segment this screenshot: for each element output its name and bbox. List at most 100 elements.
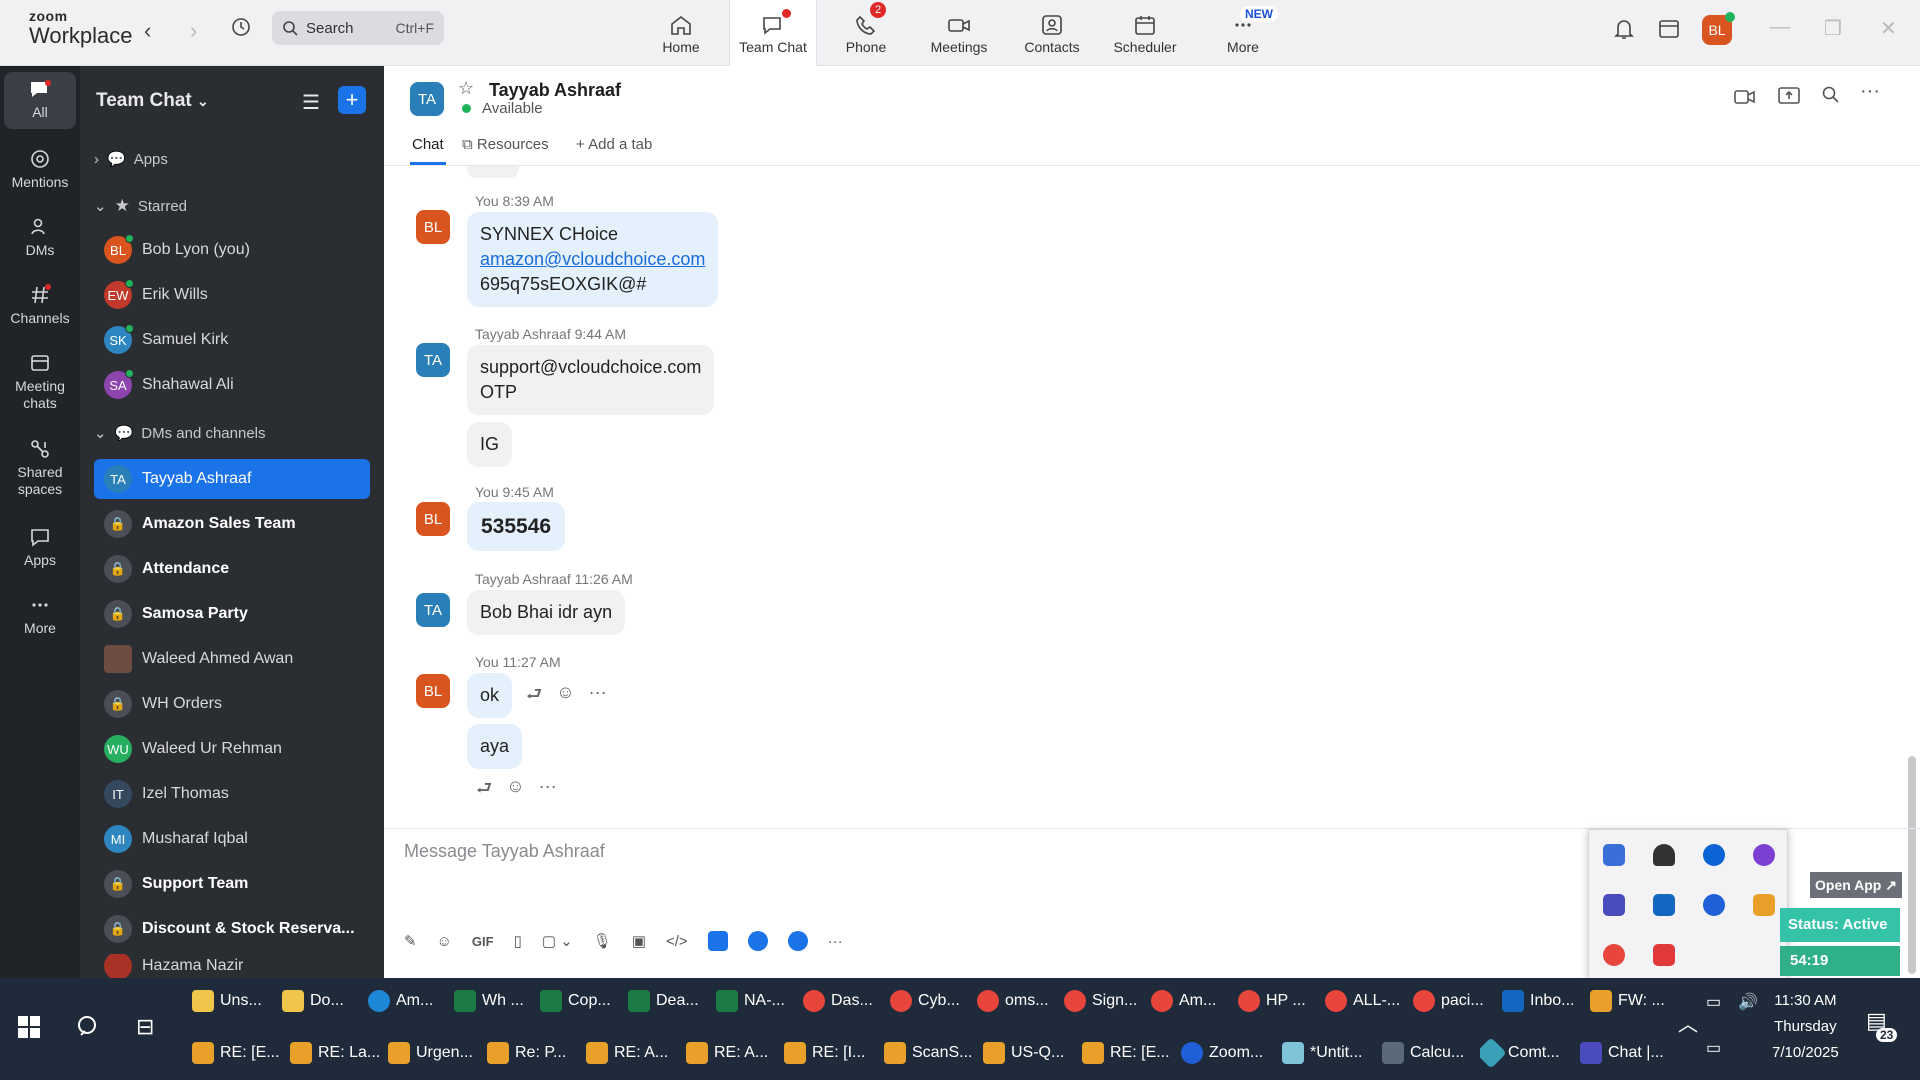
tab-contacts[interactable]: Contacts <box>1008 0 1096 66</box>
emoji-icon[interactable]: ☺ <box>437 933 452 950</box>
starred-item-shahawal-ali[interactable]: SA Shahawal Ali <box>94 365 370 405</box>
taskbar-item[interactable]: US-Q... <box>983 1033 1064 1073</box>
taskbar-item[interactable]: RE: A... <box>686 1033 768 1073</box>
taskbar-item[interactable]: Urgen... <box>388 1033 473 1073</box>
message-bubble[interactable]: IG <box>467 422 513 467</box>
rail-dms[interactable]: DMs <box>0 216 80 259</box>
video-message-icon[interactable]: ▣ <box>632 932 646 950</box>
chrome-icon[interactable] <box>1603 944 1625 966</box>
battery-icon[interactable]: ▭ <box>1706 992 1721 1012</box>
message-bubble[interactable]: aya <box>467 724 523 769</box>
windows-start-icon[interactable] <box>18 1016 40 1043</box>
taskbar-item[interactable]: ScanS... <box>884 1033 972 1073</box>
system-clock[interactable]: 11:30 AM Thursday 7/10/2025 <box>1772 988 1839 1066</box>
rail-mentions[interactable]: Mentions <box>0 148 80 191</box>
microphone-icon[interactable]: 🎙 <box>593 932 612 950</box>
tray-app-icon[interactable] <box>1603 844 1625 866</box>
bell-icon[interactable] <box>1613 17 1635 46</box>
tab-team-chat[interactable]: Team Chat <box>729 0 817 66</box>
volume-icon[interactable]: 🔊 <box>1738 992 1758 1012</box>
taskbar-item[interactable]: RE: La... <box>290 1033 380 1073</box>
open-app-button[interactable]: Open App ↗ <box>1810 872 1902 898</box>
more-icon[interactable]: ··· <box>589 682 607 712</box>
taskbar-item[interactable]: Das... <box>803 981 873 1021</box>
maximize-button[interactable]: ❐ <box>1824 16 1842 41</box>
app-icon-2[interactable] <box>747 931 768 951</box>
add-tab-button[interactable]: + Add a tab <box>576 136 652 153</box>
message-bubble[interactable]: support@vcloudchoice.com OTP <box>467 345 715 415</box>
task-view-icon[interactable]: ⊟ <box>136 1014 154 1040</box>
anydesk-icon[interactable] <box>1653 944 1675 966</box>
taskbar-item[interactable]: ALL-... <box>1325 981 1400 1021</box>
starred-item-bob-lyon[interactable]: BL Bob Lyon (you) <box>94 230 370 270</box>
chevron-up-icon[interactable]: ︿ <box>1678 1008 1698 1037</box>
search-icon[interactable] <box>1822 86 1840 109</box>
onedrive-icon[interactable] <box>1703 844 1725 866</box>
taskbar-item[interactable]: HP ... <box>1238 981 1306 1021</box>
section-starred[interactable]: ⌄ ★ Starred <box>94 196 187 216</box>
taskbar-item[interactable]: Wh ... <box>454 981 524 1021</box>
reply-icon[interactable]: ⮐ <box>476 776 492 806</box>
section-apps[interactable]: › 💬 Apps <box>94 150 168 169</box>
taskbar-item[interactable]: *Untit... <box>1282 1033 1362 1073</box>
taskbar-item[interactable]: RE: A... <box>586 1033 668 1073</box>
new-chat-button[interactable]: + <box>338 86 366 114</box>
taskbar-item[interactable]: Uns... <box>192 981 262 1021</box>
taskbar-item[interactable]: Am... <box>1151 981 1216 1021</box>
history-icon[interactable] <box>230 16 252 44</box>
tab-phone[interactable]: 2 Phone <box>822 0 910 66</box>
tab-meetings[interactable]: Meetings <box>915 0 1003 66</box>
message-bubble[interactable]: 535546 <box>467 502 566 551</box>
rail-meeting-chats[interactable]: Meeting chats <box>0 352 80 412</box>
zoom-icon[interactable] <box>1703 894 1725 916</box>
dm-item-izel-thomas[interactable]: IT Izel Thomas <box>94 774 370 814</box>
star-icon[interactable]: ☆ <box>458 78 474 99</box>
dm-item-waleed-ahmed-awan[interactable]: Waleed Ahmed Awan <box>94 639 370 679</box>
taskbar-item[interactable]: FW: ... <box>1590 981 1665 1021</box>
calendar-icon[interactable] <box>1658 17 1680 44</box>
message-bubble[interactable]: ok <box>467 673 513 718</box>
dm-item-hazama-nazir[interactable]: Hazama Nazir <box>94 954 370 978</box>
taskbar-item[interactable]: Cop... <box>540 981 611 1021</box>
dm-item-tayyab-ashraaf[interactable]: TA Tayyab Ashraaf <box>94 459 370 499</box>
channel-item-samosa-party[interactable]: 🔒 Samosa Party <box>94 594 370 634</box>
tab-chat[interactable]: Chat <box>412 136 444 153</box>
taskbar-item[interactable]: RE: [I... <box>784 1033 865 1073</box>
viber-icon[interactable] <box>1753 844 1775 866</box>
more-options-icon[interactable]: ··· <box>1860 80 1880 103</box>
search-input[interactable]: Search Ctrl+F <box>272 11 444 45</box>
code-icon[interactable]: </> <box>666 933 688 950</box>
close-button[interactable]: ✕ <box>1880 16 1897 41</box>
minimize-button[interactable]: — <box>1770 16 1790 39</box>
rail-shared-spaces[interactable]: Shared spaces <box>0 438 80 498</box>
taskbar-item[interactable]: Inbo... <box>1502 981 1574 1021</box>
search-icon[interactable] <box>76 1014 102 1045</box>
tab-resources[interactable]: ⧉ Resources <box>462 136 549 153</box>
screenshot-icon[interactable]: ▢ ⌄ <box>542 932 573 950</box>
gif-button[interactable]: GIF <box>472 934 494 949</box>
taskbar-item[interactable]: Do... <box>282 981 344 1021</box>
mail-icon[interactable] <box>1753 894 1775 916</box>
channel-item-support-team[interactable]: 🔒 Support Team <box>94 864 370 904</box>
app-icon-3[interactable] <box>787 931 808 951</box>
taskbar-item[interactable]: Zoom... <box>1181 1033 1263 1073</box>
taskbar-item[interactable]: Comt... <box>1480 1033 1560 1073</box>
shield-icon[interactable] <box>1653 844 1675 866</box>
reply-icon[interactable]: ⮐ <box>526 682 542 712</box>
section-dms[interactable]: ⌄ 💬 DMs and channels <box>94 424 266 443</box>
network-icon[interactable]: ▭ <box>1706 1038 1721 1058</box>
taskbar-item[interactable]: Sign... <box>1064 981 1137 1021</box>
emoji-react-icon[interactable]: ☺ <box>506 776 524 806</box>
taskbar-item[interactable]: Am... <box>368 981 433 1021</box>
rail-all[interactable]: All <box>4 72 76 129</box>
user-avatar[interactable]: BL <box>1702 12 1735 45</box>
channel-item-wh-orders[interactable]: 🔒 WH Orders <box>94 684 370 724</box>
dm-item-waleed-ur-rehman[interactable]: WU Waleed Ur Rehman <box>94 729 370 769</box>
taskbar-item[interactable]: oms... <box>977 981 1049 1021</box>
taskbar-item[interactable]: RE: [E... <box>1082 1033 1170 1073</box>
taskbar-item[interactable]: RE: [E... <box>192 1033 280 1073</box>
rail-apps[interactable]: Apps <box>0 526 80 569</box>
forward-arrow-icon[interactable]: › <box>190 18 197 44</box>
email-link[interactable]: amazon@vcloudchoice.com <box>480 249 705 269</box>
video-call-icon[interactable] <box>1734 88 1756 111</box>
